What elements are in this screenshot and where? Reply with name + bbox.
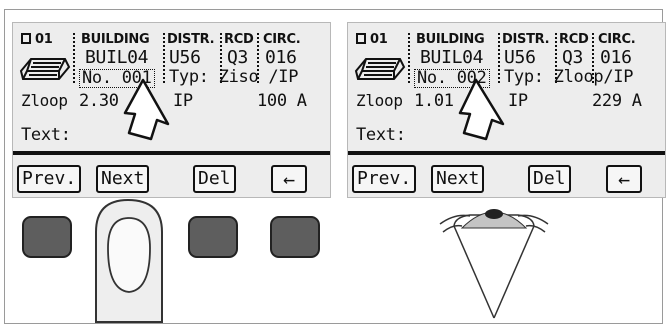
eye-icon — [439, 209, 549, 319]
